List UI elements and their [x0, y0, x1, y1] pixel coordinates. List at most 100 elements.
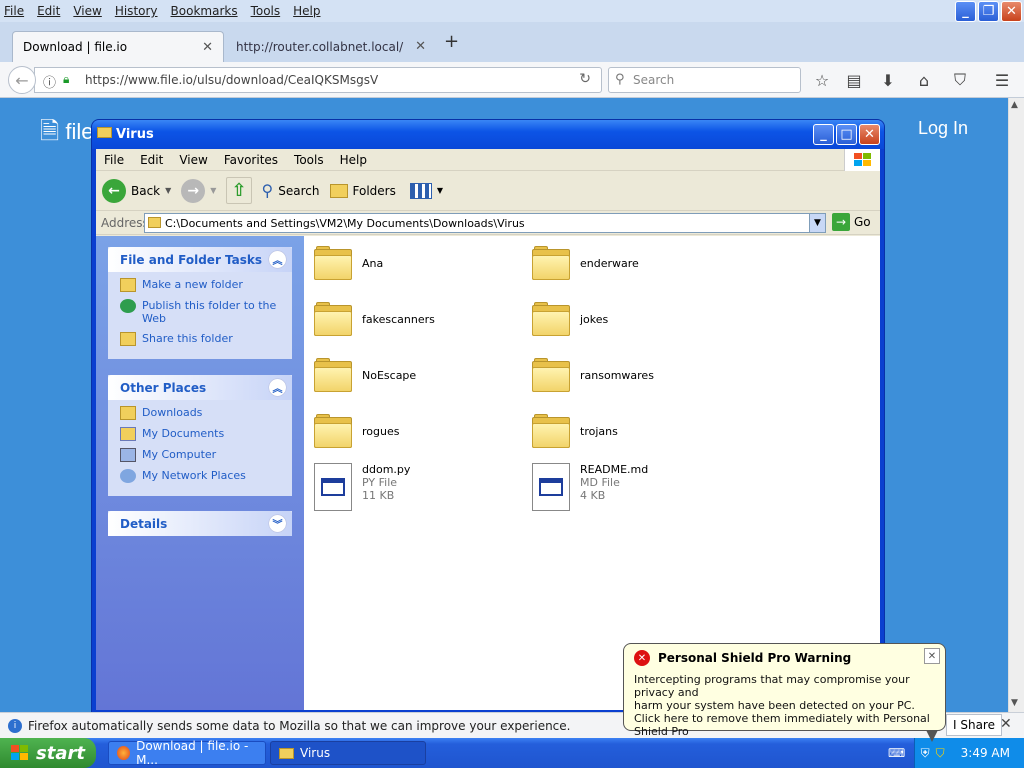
info-icon[interactable]: ⓘ: [43, 72, 56, 91]
info-icon: i: [8, 718, 22, 733]
search-button[interactable]: ⚲ Search: [262, 181, 320, 200]
publish-folder-link[interactable]: Publish this folder to the Web: [120, 299, 282, 325]
minimize-button[interactable]: _: [955, 1, 976, 22]
menu-view[interactable]: View: [179, 153, 207, 167]
chevron-down-icon[interactable]: ▼: [809, 214, 825, 232]
menu-edit[interactable]: Edit: [140, 153, 163, 167]
download-icon[interactable]: ⬇: [876, 68, 900, 92]
folders-button[interactable]: Folders: [329, 183, 396, 198]
address-input[interactable]: C:\Documents and Settings\VM2\My Documen…: [144, 213, 826, 233]
folder-item[interactable]: rogues: [314, 414, 399, 448]
make-new-folder-link[interactable]: Make a new folder: [120, 278, 282, 292]
menu-help[interactable]: Help: [293, 4, 320, 18]
reload-icon[interactable]: ↻: [579, 71, 591, 87]
menu-file[interactable]: File: [4, 4, 24, 18]
folder-name: fakescanners: [362, 312, 435, 326]
menu-edit[interactable]: Edit: [37, 4, 60, 18]
explorer-window: Virus _ □ ✕ File Edit View Favorites Too…: [91, 119, 885, 713]
collapse-icon[interactable]: ︽: [269, 251, 286, 268]
details-panel: Details ︾: [108, 511, 292, 536]
menu-file[interactable]: File: [104, 153, 124, 167]
folder-item[interactable]: enderware: [532, 246, 639, 280]
search-input[interactable]: ⚲ Search: [608, 67, 801, 93]
tab-label: Download | file.io: [23, 40, 128, 54]
close-icon[interactable]: ✕: [1000, 716, 1012, 732]
my-network-places-link[interactable]: My Network Places: [120, 469, 282, 483]
tab-router[interactable]: http://router.collabnet.local/ ✕: [226, 31, 436, 62]
folder-item[interactable]: fakescanners: [314, 302, 435, 336]
new-tab-icon[interactable]: +: [444, 31, 459, 52]
fileio-logo[interactable]: 🗎︎ file: [40, 114, 94, 155]
folder-name: ransomwares: [580, 368, 654, 382]
hamburger-menu-icon[interactable]: ☰: [990, 68, 1014, 92]
tab-download-fileio[interactable]: Download | file.io ✕: [12, 31, 224, 62]
link-label: My Documents: [142, 427, 225, 440]
start-label: start: [36, 742, 85, 764]
menu-tools[interactable]: Tools: [251, 4, 281, 18]
start-button[interactable]: start: [0, 738, 96, 768]
go-label: Go: [854, 215, 871, 229]
back-button[interactable]: ← Back ▼: [102, 178, 171, 203]
maximize-button[interactable]: □: [836, 124, 857, 145]
downloads-link[interactable]: Downloads: [120, 406, 282, 420]
link-label: Downloads: [142, 406, 203, 419]
menu-view[interactable]: View: [73, 4, 101, 18]
scroll-down-icon[interactable]: ▼: [1011, 698, 1018, 708]
close-icon[interactable]: ✕: [924, 648, 940, 664]
menu-tools[interactable]: Tools: [294, 153, 324, 167]
security-warning-balloon[interactable]: ✕ Personal Shield Pro Warning ✕ Intercep…: [623, 643, 946, 738]
restore-button[interactable]: ❐: [978, 1, 999, 22]
security-alert-icon[interactable]: ⛉: [936, 746, 945, 761]
file-item[interactable]: README.md MD File 4 KB: [532, 463, 648, 511]
my-documents-link[interactable]: My Documents: [120, 427, 282, 441]
close-button[interactable]: ✕: [1001, 1, 1022, 22]
menu-history[interactable]: History: [115, 4, 158, 18]
home-icon[interactable]: ⌂: [912, 68, 936, 92]
pocket-icon[interactable]: ⛉: [948, 68, 972, 92]
library-icon[interactable]: ▤: [842, 68, 866, 92]
folder-item[interactable]: trojans: [532, 414, 618, 448]
folder-item[interactable]: Ana: [314, 246, 383, 280]
share-button[interactable]: I Share: [946, 714, 1002, 736]
keyboard-icon[interactable]: ⌨: [888, 746, 905, 760]
minimize-button[interactable]: _: [813, 124, 834, 145]
taskbar-virus-folder[interactable]: Virus: [270, 741, 426, 765]
close-icon[interactable]: ✕: [415, 39, 426, 54]
panel-header[interactable]: File and Folder Tasks ︽: [108, 247, 292, 272]
forward-button[interactable]: → ▼: [181, 178, 217, 203]
menu-bookmarks[interactable]: Bookmarks: [171, 4, 238, 18]
share-folder-link[interactable]: Share this folder: [120, 332, 282, 346]
folder-icon: [314, 358, 352, 392]
folder-item[interactable]: jokes: [532, 302, 608, 336]
dropdown-icon: ▼: [210, 186, 217, 195]
folder-icon: [329, 183, 348, 198]
globe-icon: [120, 299, 136, 313]
scroll-up-icon[interactable]: ▲: [1011, 100, 1018, 110]
folder-icon: [532, 358, 570, 392]
panel-header[interactable]: Other Places ︽: [108, 375, 292, 400]
collapse-icon[interactable]: ︽: [269, 379, 286, 396]
page-scrollbar[interactable]: ▲ ▼: [1008, 98, 1024, 712]
panel-header[interactable]: Details ︾: [108, 511, 292, 536]
up-folder-button[interactable]: ⇧: [226, 177, 252, 204]
bookmark-star-icon[interactable]: ☆: [810, 68, 834, 92]
my-computer-link[interactable]: My Computer: [120, 448, 282, 462]
file-type: PY File: [362, 476, 398, 489]
menu-help[interactable]: Help: [340, 153, 367, 167]
url-bar[interactable]: ⓘ 🔒︎ https://www.file.io/ulsu/download/C…: [34, 67, 602, 93]
taskbar-firefox[interactable]: Download | file.io - M...: [108, 739, 266, 767]
shield-icon[interactable]: ⛨: [921, 746, 930, 761]
login-link[interactable]: Log In: [918, 118, 968, 139]
explorer-titlebar[interactable]: Virus: [92, 120, 884, 149]
close-button[interactable]: ✕: [859, 124, 880, 145]
file-item[interactable]: ddom.py PY File 11 KB: [314, 463, 410, 511]
folder-icon: [532, 302, 570, 336]
views-button[interactable]: ▼: [409, 182, 443, 199]
close-icon[interactable]: ✕: [202, 40, 213, 55]
menu-favorites[interactable]: Favorites: [224, 153, 278, 167]
folder-item[interactable]: NoEscape: [314, 358, 416, 392]
back-button[interactable]: ←: [8, 66, 36, 94]
expand-icon[interactable]: ︾: [269, 515, 286, 532]
folder-item[interactable]: ransomwares: [532, 358, 654, 392]
go-button[interactable]: → Go: [832, 213, 871, 231]
